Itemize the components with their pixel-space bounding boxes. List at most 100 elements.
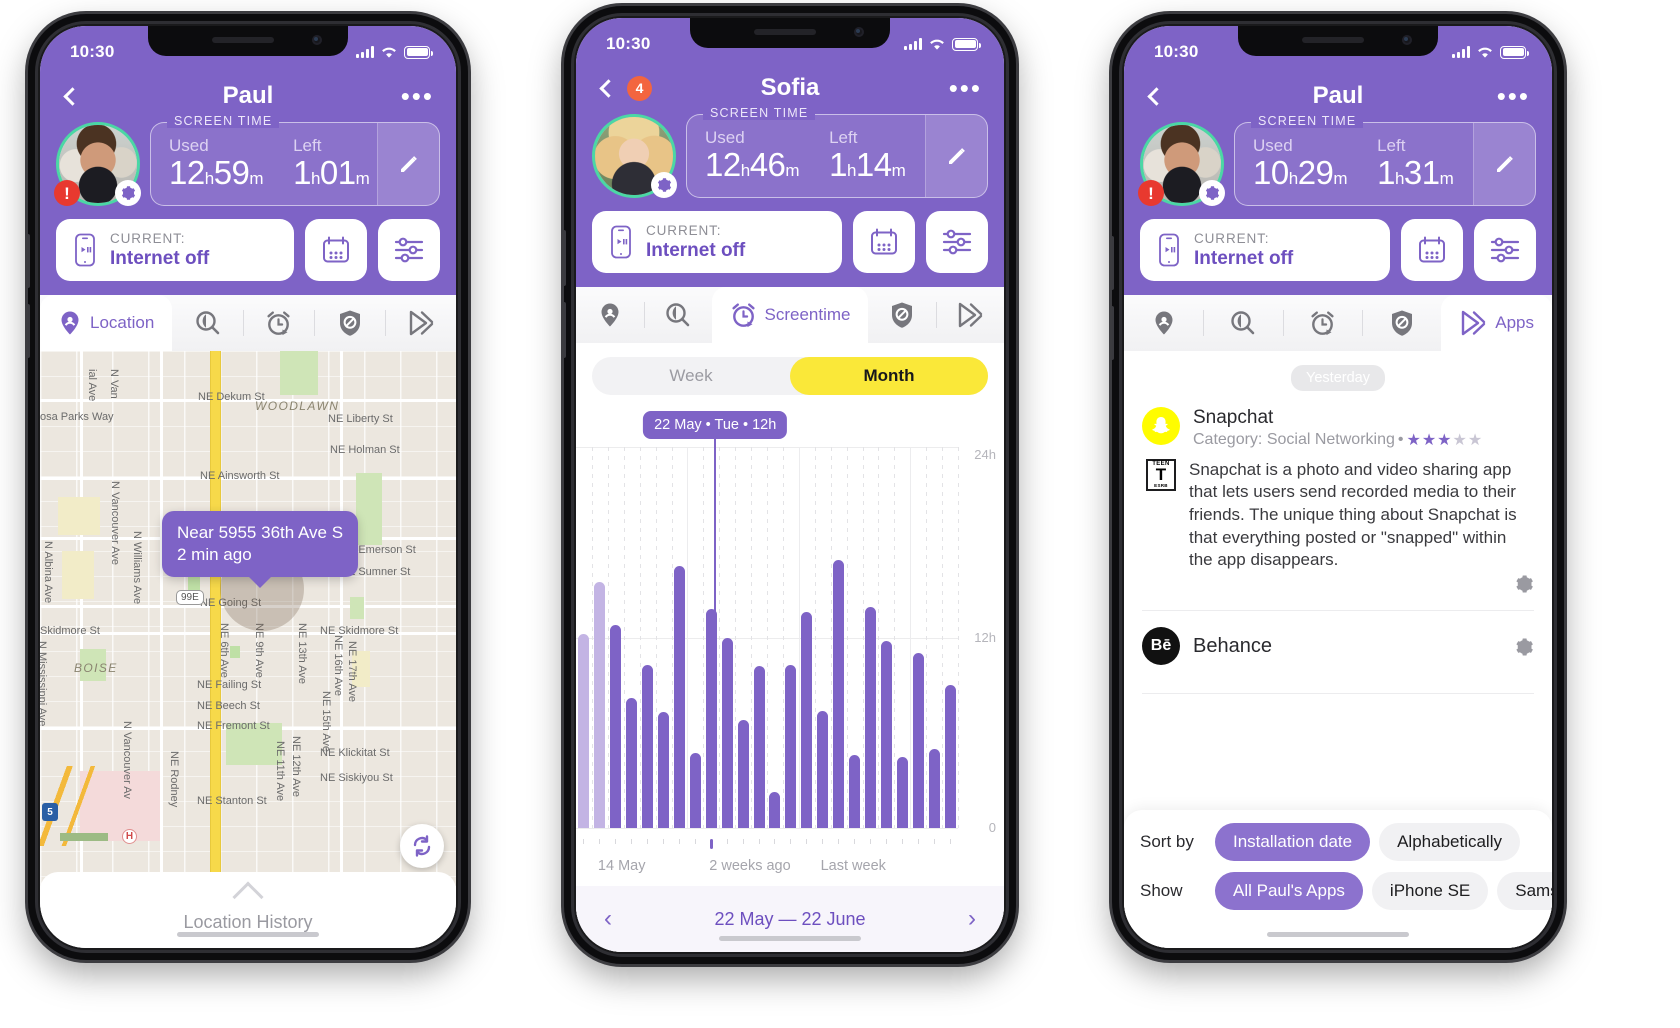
phone3-volume-down xyxy=(1112,306,1114,360)
chart-bar[interactable] xyxy=(658,712,670,828)
sidebar-item-apps[interactable] xyxy=(385,295,456,351)
prev-period-button[interactable]: ‹ xyxy=(604,907,612,931)
calendar-button[interactable] xyxy=(305,219,367,281)
chart-bar[interactable] xyxy=(833,559,845,828)
chart-bar[interactable] xyxy=(785,664,797,828)
alert-badge[interactable]: ! xyxy=(54,180,80,206)
chart-x-tick xyxy=(806,839,808,844)
alert-badge[interactable]: ! xyxy=(1138,180,1164,206)
list-item[interactable]: Bē Behance xyxy=(1142,611,1534,681)
current-status-button[interactable]: CURRENT: Internet off xyxy=(56,219,294,281)
edit-screen-time-button[interactable] xyxy=(1473,123,1535,205)
sidebar-item-web[interactable] xyxy=(172,295,243,351)
sidebar-item-screentime[interactable] xyxy=(243,295,314,351)
sidebar-item-screentime[interactable]: Screentime xyxy=(711,287,869,343)
map-view[interactable]: WOODLAWN BOISE KING NE Dekum StNE Libert… xyxy=(40,351,456,886)
calendar-button[interactable] xyxy=(1401,219,1463,281)
sidebar-item-apps[interactable] xyxy=(936,287,1004,343)
more-options-button[interactable]: ••• xyxy=(949,75,982,101)
list-item[interactable]: Snapchat Category: Social Networking • ★… xyxy=(1142,401,1534,598)
location-bubble[interactable]: Near 5955 36th Ave S 2 min ago xyxy=(162,511,359,577)
gear-icon[interactable] xyxy=(1514,574,1534,599)
phone-sofia-screentime: 10:30 4 Sofia ••• SCREEN TIME Used 12h46… xyxy=(564,6,1016,964)
behance-icon: Bē xyxy=(1142,626,1180,665)
chart-bar[interactable] xyxy=(880,640,892,828)
settings-sliders-button[interactable] xyxy=(926,211,988,273)
next-period-button[interactable]: › xyxy=(968,907,976,931)
sidebar-item-web[interactable] xyxy=(1203,295,1282,351)
chart-bar[interactable] xyxy=(642,664,654,828)
sidebar-item-location[interactable]: Location xyxy=(40,295,173,351)
more-options-button[interactable]: ••• xyxy=(1497,83,1530,109)
phone2-notch xyxy=(690,18,890,48)
sidebar-item-blocked[interactable] xyxy=(868,287,936,343)
action-row: CURRENT: Internet off xyxy=(590,211,990,273)
phone1-volume-down xyxy=(28,304,30,358)
edit-screen-time-button[interactable] xyxy=(377,123,439,205)
app-description: Snapchat is a photo and video sharing ap… xyxy=(1189,459,1517,570)
show-chip-samsung[interactable]: Samsung Ga xyxy=(1497,872,1552,910)
sort-chip-installation-date[interactable]: Installation date xyxy=(1215,823,1371,861)
back-button[interactable] xyxy=(1147,86,1166,106)
gear-icon[interactable] xyxy=(1514,637,1534,662)
device-play-icon xyxy=(75,233,95,267)
sidebar-item-screentime[interactable] xyxy=(1282,295,1362,351)
map-street-label: ial Ave xyxy=(86,369,98,402)
chart-bar[interactable] xyxy=(928,748,940,828)
gear-icon[interactable] xyxy=(651,172,677,198)
map-street-label: NE Liberty St xyxy=(328,413,393,425)
chart-bar[interactable] xyxy=(705,608,717,828)
avatar[interactable]: ! xyxy=(1138,122,1225,206)
chart-bar[interactable] xyxy=(944,685,956,828)
more-options-button[interactable]: ••• xyxy=(401,83,434,109)
back-button[interactable] xyxy=(63,86,82,106)
chart-bar[interactable] xyxy=(817,710,829,828)
avatar[interactable]: ! xyxy=(54,122,141,206)
gear-icon[interactable] xyxy=(115,180,141,206)
sidebar-item-blocked[interactable] xyxy=(1361,295,1441,351)
chart-bar[interactable] xyxy=(689,753,701,828)
edit-screen-time-button[interactable] xyxy=(925,115,987,197)
settings-sliders-button[interactable] xyxy=(1474,219,1536,281)
chart-bar[interactable] xyxy=(896,756,908,828)
segment-month[interactable]: Month xyxy=(790,357,988,395)
settings-sliders-button[interactable] xyxy=(378,219,440,281)
current-value: Internet off xyxy=(110,247,210,269)
chart-bar[interactable] xyxy=(721,637,733,828)
notification-badge[interactable]: 4 xyxy=(627,75,652,101)
left-m-unit: m xyxy=(355,169,370,188)
sidebar-item-apps[interactable]: Apps xyxy=(1441,295,1552,351)
current-status-button[interactable]: CURRENT: Internet off xyxy=(1140,219,1390,281)
show-chip-all-apps[interactable]: All Paul's Apps xyxy=(1215,872,1363,910)
period-segmented-control: Week Month xyxy=(592,357,988,395)
sidebar-item-web[interactable] xyxy=(643,287,712,343)
current-status-button[interactable]: CURRENT: Internet off xyxy=(592,211,842,273)
sidebar-item-blocked[interactable] xyxy=(314,295,385,351)
pencil-icon xyxy=(948,148,965,164)
chart-bar[interactable] xyxy=(769,791,781,828)
sidebar-item-location[interactable] xyxy=(1124,295,1203,351)
chart-bar[interactable] xyxy=(801,612,813,828)
sidebar-item-location[interactable] xyxy=(576,287,644,343)
screentime-bar-chart[interactable]: 22 May • Tue • 12h 24h 12h 0 14 May 2 weeks… xyxy=(576,411,1004,886)
map-refresh-button[interactable] xyxy=(400,824,444,868)
segment-week[interactable]: Week xyxy=(592,357,790,395)
chart-bar[interactable] xyxy=(673,566,685,828)
avatar[interactable] xyxy=(592,114,677,198)
chart-bar[interactable] xyxy=(578,634,590,828)
chart-bar[interactable] xyxy=(864,607,876,828)
chart-bar[interactable] xyxy=(737,720,749,828)
calendar-button[interactable] xyxy=(853,211,915,273)
chart-bar[interactable] xyxy=(849,754,861,828)
chart-bar[interactable] xyxy=(753,666,765,828)
gear-icon[interactable] xyxy=(1199,180,1225,206)
chart-bar[interactable] xyxy=(594,581,606,828)
app-category-row: Category: Social Networking • ★★★★★ xyxy=(1193,430,1534,450)
chart-bar[interactable] xyxy=(610,624,622,828)
show-chip-iphone-se[interactable]: iPhone SE xyxy=(1371,872,1489,910)
chart-day-gridline xyxy=(751,447,753,828)
back-button[interactable] xyxy=(599,78,618,98)
sort-chip-alphabetically[interactable]: Alphabetically xyxy=(1379,823,1520,861)
chart-bar[interactable] xyxy=(626,697,638,828)
chart-bar[interactable] xyxy=(912,653,924,828)
